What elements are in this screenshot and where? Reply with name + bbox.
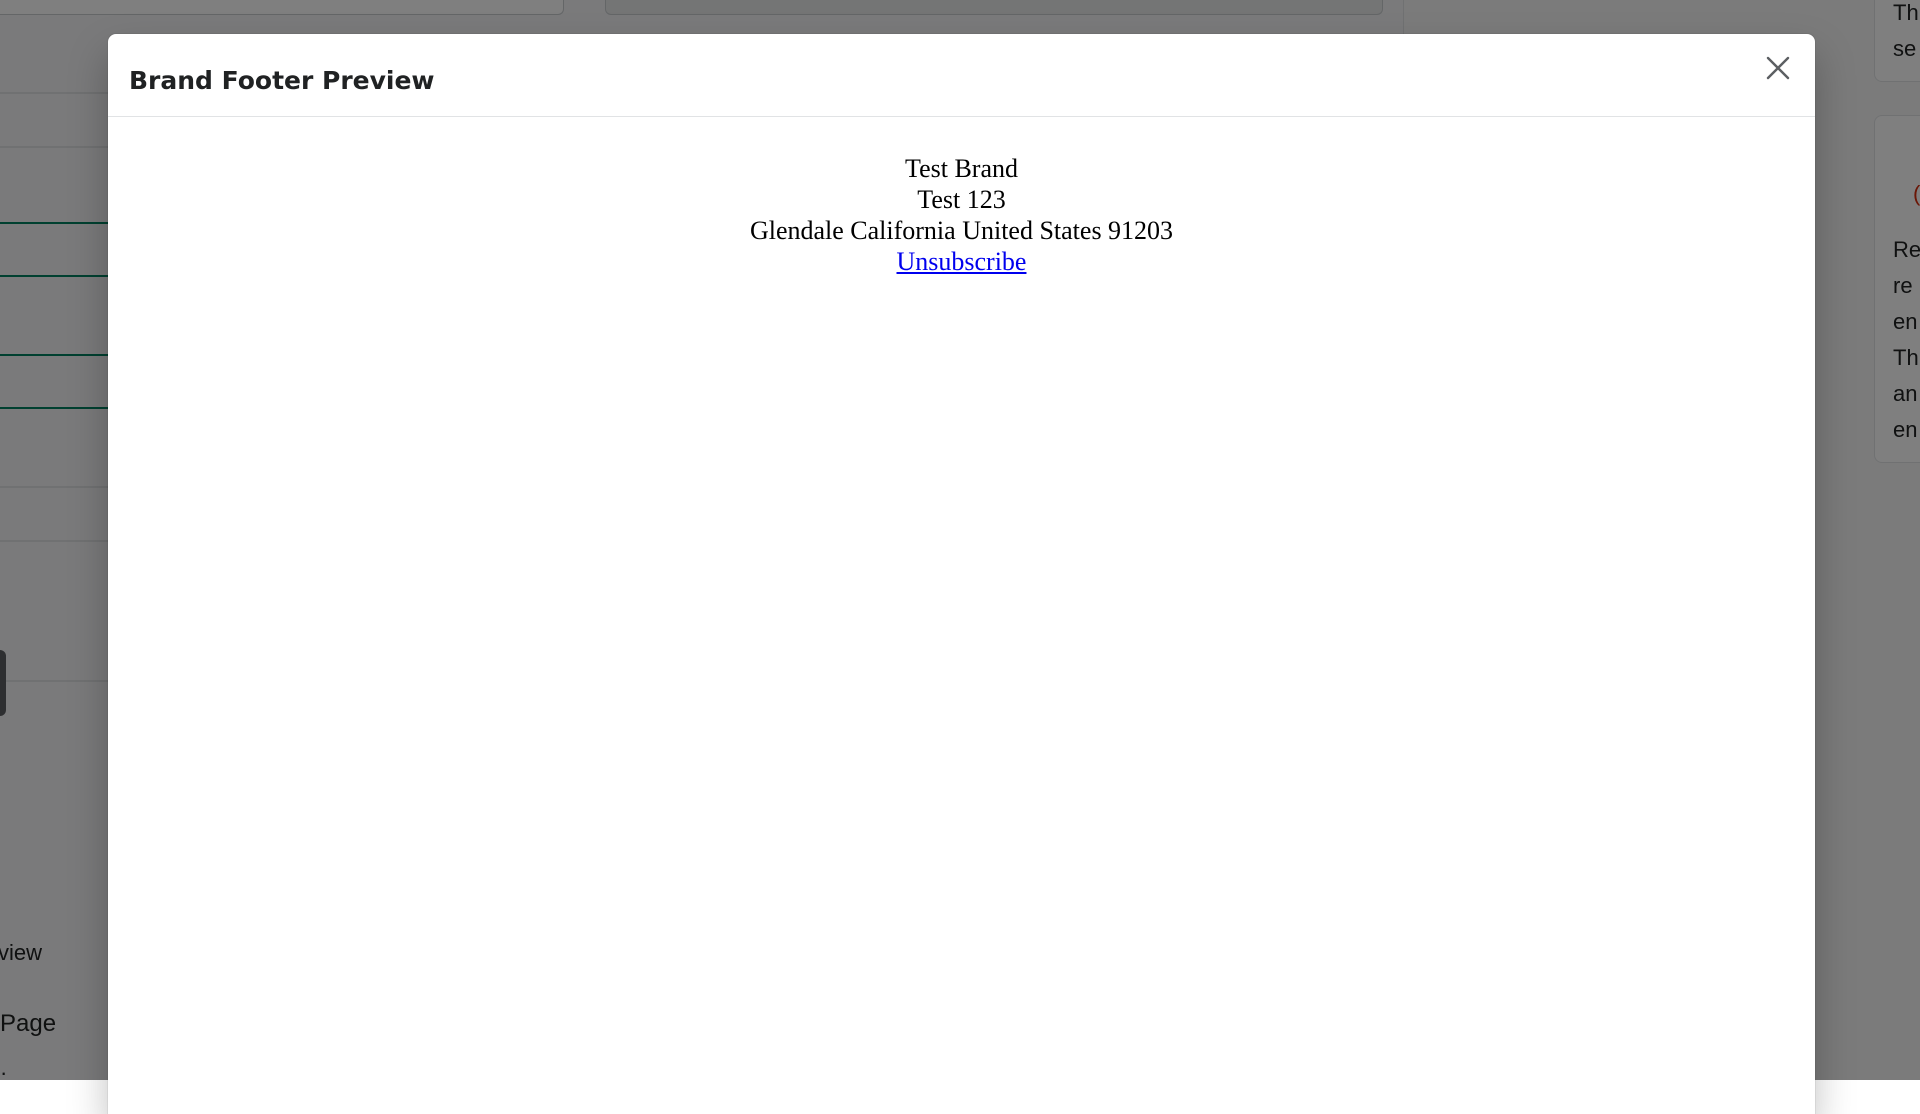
close-button[interactable] [1758,49,1798,89]
close-icon [1765,55,1791,84]
address-line: Test 123 [917,185,1006,214]
unsubscribe-link[interactable]: Unsubscribe [897,247,1027,276]
brand-footer-preview-modal: Brand Footer Preview Test Brand Test 123… [108,34,1815,1114]
modal-header: Brand Footer Preview [108,34,1815,117]
modal-title: Brand Footer Preview [129,65,435,95]
brand-name: Test Brand [905,154,1018,183]
location-line: Glendale California United States 91203 [749,216,1174,245]
footer-preview-body: Test Brand Test 123 Glendale California … [108,117,1815,277]
